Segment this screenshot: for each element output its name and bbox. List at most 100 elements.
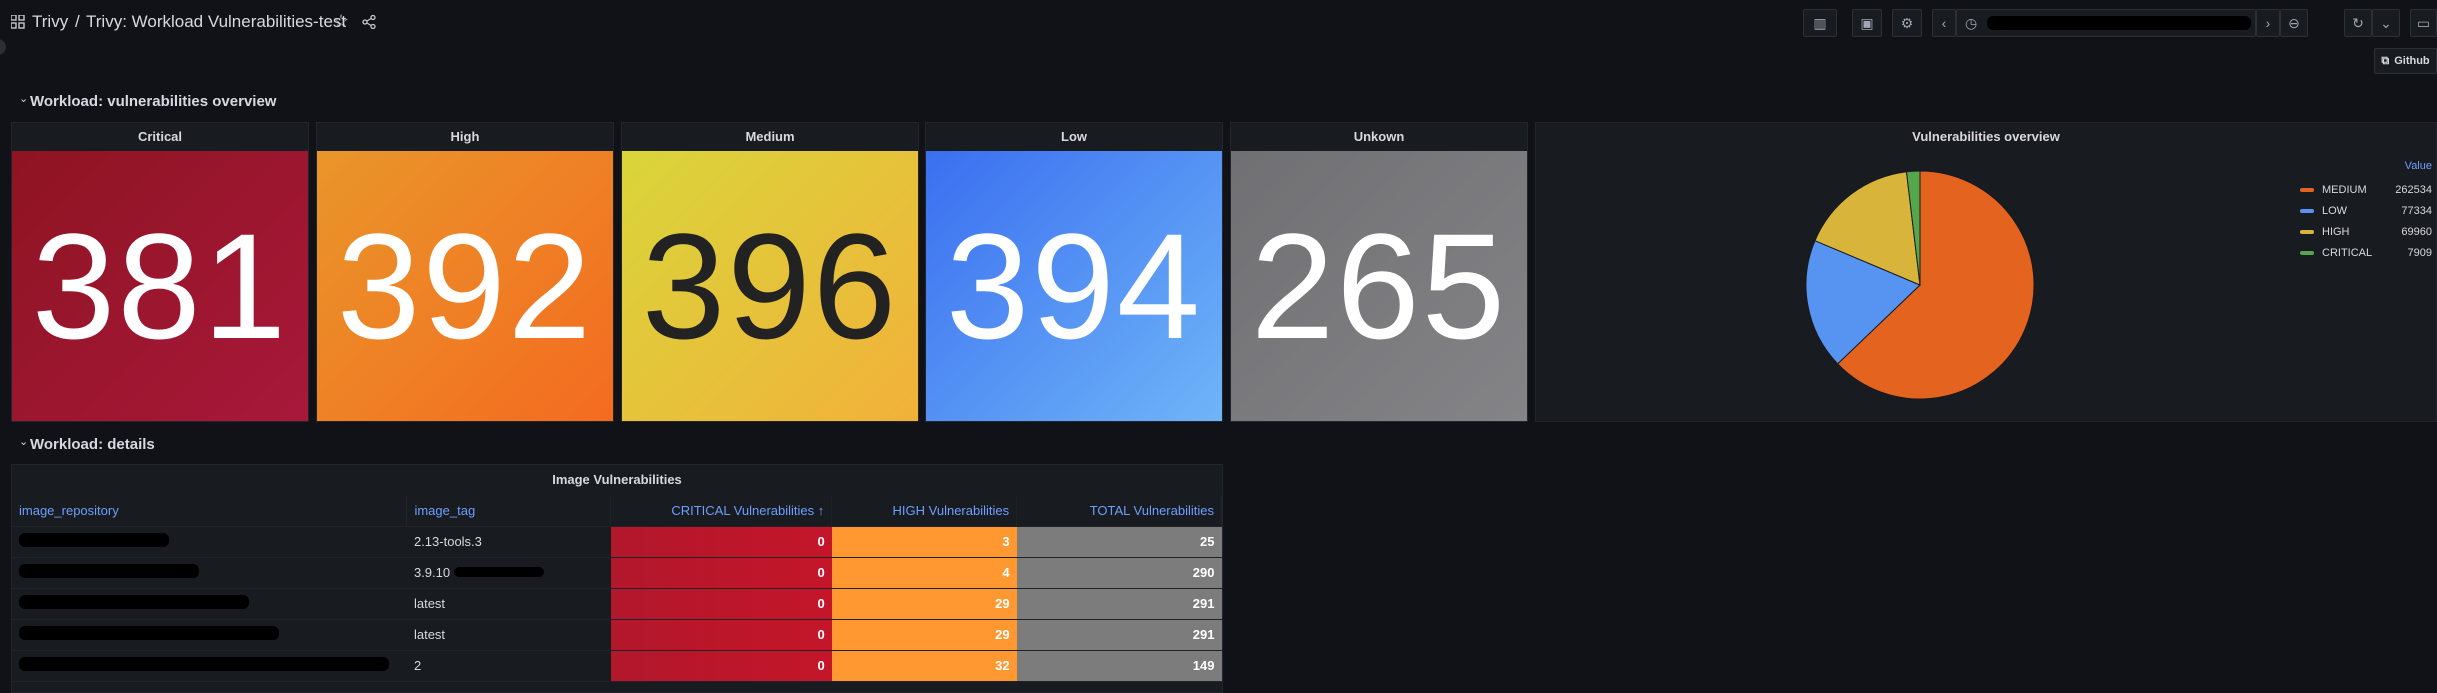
star-icon[interactable]: ☆ bbox=[333, 11, 349, 32]
stat-panel-critical[interactable]: Critical 381 bbox=[11, 122, 309, 422]
vulnerability-table: image_repository image_tag CRITICAL Vuln… bbox=[12, 495, 1222, 682]
cell-image-repository bbox=[12, 650, 407, 682]
save-icon: ▣ bbox=[1860, 14, 1874, 31]
legend-item-medium[interactable]: MEDIUM 262534 bbox=[2300, 182, 2432, 198]
panel-title: Image Vulnerabilities bbox=[552, 472, 682, 487]
legend-header: Value bbox=[2404, 160, 2432, 172]
panel-title: Critical bbox=[137, 129, 183, 144]
cell-total: 149 bbox=[1016, 650, 1222, 682]
gear-icon: ⚙ bbox=[1900, 14, 1914, 31]
table-row[interactable]: latest 0 29 291 bbox=[12, 588, 1222, 620]
stat-panel-low[interactable]: Low 394 bbox=[925, 122, 1223, 422]
chevron-right-icon: › bbox=[2265, 15, 2271, 31]
cell-high: 3 bbox=[831, 526, 1017, 558]
cell-image-repository bbox=[12, 557, 407, 589]
cell-image-tag: latest bbox=[406, 619, 611, 651]
legend-swatch bbox=[2300, 209, 2314, 213]
github-link-button[interactable]: ⧉ Github bbox=[2374, 48, 2437, 74]
dashboard-settings-button[interactable]: ⚙ bbox=[1892, 9, 1922, 37]
cell-high: 4 bbox=[831, 557, 1017, 589]
column-header-total[interactable]: TOTAL Vulnerabilities bbox=[1016, 495, 1222, 527]
time-range-picker[interactable]: ◷ bbox=[1956, 9, 2256, 37]
cell-image-repository bbox=[12, 526, 407, 558]
save-dashboard-button[interactable]: ▣ bbox=[1852, 9, 1882, 37]
cell-total: 25 bbox=[1016, 526, 1222, 558]
column-header-image-tag[interactable]: image_tag bbox=[406, 495, 612, 527]
legend-label: HIGH bbox=[2322, 226, 2350, 238]
stat-panel-high[interactable]: High 392 bbox=[316, 122, 614, 422]
cell-high: 32 bbox=[831, 650, 1017, 682]
legend-item-low[interactable]: LOW 77334 bbox=[2300, 203, 2432, 219]
table-row[interactable]: 3.9.10 0 4 290 bbox=[12, 557, 1222, 589]
share-icon[interactable] bbox=[362, 15, 376, 29]
zoom-out-button[interactable]: ⊖ bbox=[2280, 9, 2308, 37]
column-header-critical[interactable]: CRITICAL Vulnerabilities ↑ bbox=[610, 495, 833, 527]
table-row[interactable]: latest 0 29 291 bbox=[12, 619, 1222, 651]
row-title-details[interactable]: Workload: details bbox=[30, 436, 155, 453]
cell-total: 291 bbox=[1016, 588, 1222, 620]
cell-critical: 0 bbox=[610, 588, 832, 620]
cell-image-tag: latest bbox=[406, 588, 611, 620]
legend-value: 7909 bbox=[2407, 247, 2432, 259]
table-row[interactable]: 2 0 32 149 bbox=[12, 650, 1222, 682]
time-range-text-redacted bbox=[1987, 16, 2252, 30]
table-row[interactable]: 2.13-tools.3 0 3 25 bbox=[12, 526, 1222, 558]
legend-item-critical[interactable]: CRITICAL 7909 bbox=[2300, 245, 2432, 261]
legend-value: 69960 bbox=[2401, 226, 2432, 238]
redacted-text bbox=[19, 564, 199, 578]
redacted-text bbox=[19, 657, 389, 671]
legend-swatch bbox=[2300, 251, 2314, 255]
monitor-icon: ▭ bbox=[2416, 14, 2431, 31]
refresh-interval-dropdown[interactable]: ⌄ bbox=[2372, 9, 2400, 37]
panel-title: Low bbox=[1061, 129, 1087, 144]
collapse-row-icon[interactable]: ⌄ bbox=[19, 435, 28, 448]
time-back-button[interactable]: ‹ bbox=[1932, 9, 1956, 37]
table-header-row: image_repository image_tag CRITICAL Vuln… bbox=[12, 495, 1222, 527]
refresh-button[interactable]: ↻ bbox=[2344, 9, 2372, 37]
breadcrumb-separator: / bbox=[75, 12, 80, 31]
legend-label: CRITICAL bbox=[2322, 247, 2373, 259]
cell-image-tag: 3.9.10 bbox=[406, 557, 611, 589]
legend-label: MEDIUM bbox=[2322, 184, 2367, 196]
add-panel-icon: ▥ bbox=[1813, 14, 1827, 31]
view-mode-button[interactable]: ▭ bbox=[2410, 9, 2437, 37]
cell-critical: 0 bbox=[610, 650, 832, 682]
cell-high: 29 bbox=[831, 588, 1017, 620]
legend-item-high[interactable]: HIGH 69960 bbox=[2300, 224, 2432, 240]
panel-title: Medium bbox=[745, 129, 795, 144]
stat-value: 396 bbox=[622, 151, 918, 421]
panel-title: Vulnerabilities overview bbox=[1912, 129, 2060, 144]
clock-icon: ◷ bbox=[1965, 14, 1978, 31]
cell-image-tag: 2.13-tools.3 bbox=[406, 526, 611, 558]
add-panel-button[interactable]: ▥ bbox=[1803, 9, 1837, 37]
collapse-row-icon[interactable]: ⌄ bbox=[19, 92, 28, 105]
redacted-text bbox=[19, 533, 169, 547]
apps-grid-icon[interactable] bbox=[11, 15, 25, 29]
legend-swatch bbox=[2300, 230, 2314, 234]
time-forward-button[interactable]: › bbox=[2256, 9, 2280, 37]
chevron-left-icon: ‹ bbox=[1941, 15, 1947, 31]
panel-title: Unkown bbox=[1353, 129, 1405, 144]
legend-swatch bbox=[2300, 188, 2314, 192]
stat-panel-unknown[interactable]: Unkown 265 bbox=[1230, 122, 1528, 422]
zoom-out-icon: ⊖ bbox=[2288, 14, 2300, 31]
legend-label: LOW bbox=[2322, 205, 2348, 217]
cell-image-repository bbox=[12, 619, 407, 651]
breadcrumb-folder[interactable]: Trivy bbox=[32, 12, 68, 32]
stat-panel-medium[interactable]: Medium 396 bbox=[621, 122, 919, 422]
refresh-icon: ↻ bbox=[2352, 14, 2364, 31]
cell-total: 291 bbox=[1016, 619, 1222, 651]
column-header-image-repository[interactable]: image_repository bbox=[12, 495, 408, 527]
table-panel: Image Vulnerabilities image_repository i… bbox=[11, 464, 1223, 693]
cell-critical: 0 bbox=[610, 526, 832, 558]
cell-high: 29 bbox=[831, 619, 1017, 651]
row-title-overview[interactable]: Workload: vulnerabilities overview bbox=[30, 93, 276, 110]
cell-total: 290 bbox=[1016, 557, 1222, 589]
column-header-high[interactable]: HIGH Vulnerabilities bbox=[831, 495, 1018, 527]
stat-value: 392 bbox=[317, 151, 613, 421]
github-link-label: Github bbox=[2394, 55, 2430, 67]
external-link-icon: ⧉ bbox=[2381, 54, 2390, 67]
cell-image-tag: 2 bbox=[406, 650, 611, 682]
cell-critical: 0 bbox=[610, 619, 832, 651]
page-title[interactable]: Trivy: Workload Vulnerabilities-test bbox=[86, 12, 346, 32]
